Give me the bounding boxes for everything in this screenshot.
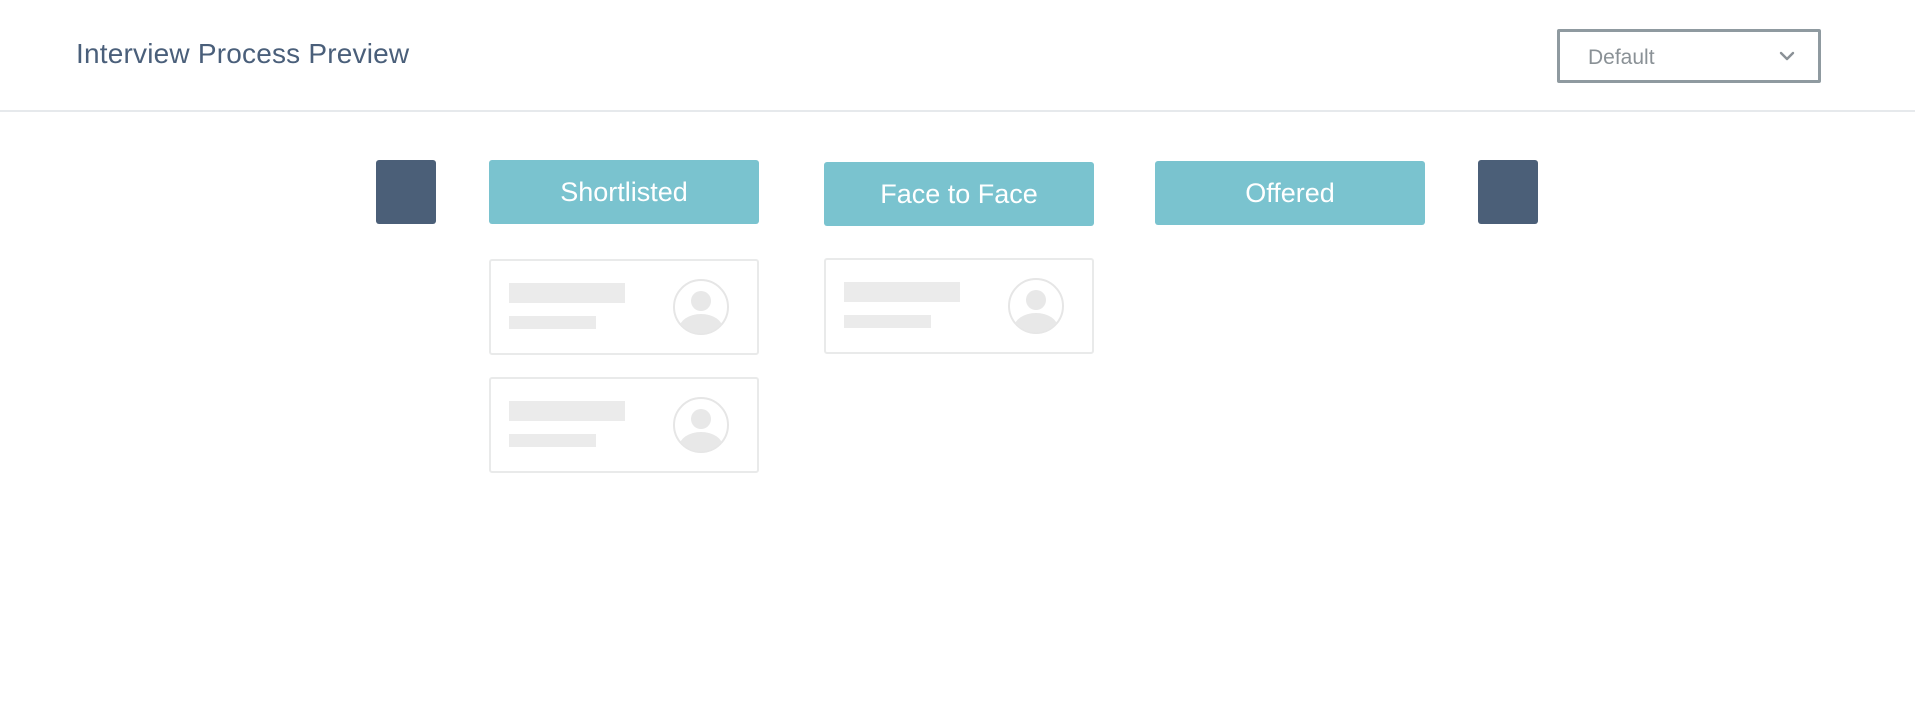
candidate-card-placeholder[interactable]	[824, 258, 1094, 354]
stage-shortlisted[interactable]: Shortlisted	[489, 160, 759, 224]
avatar-icon	[673, 279, 729, 335]
chevron-down-icon	[1779, 51, 1795, 61]
placeholder-name-line	[509, 401, 625, 421]
candidate-card-placeholder[interactable]	[489, 377, 759, 473]
page-title: Interview Process Preview	[76, 38, 410, 69]
select-value: Default	[1588, 46, 1655, 69]
candidate-card-placeholder[interactable]	[489, 259, 759, 355]
placeholder-subtitle-line	[844, 315, 931, 328]
placeholder-name-line	[509, 283, 625, 303]
placeholder-subtitle-line	[509, 434, 596, 447]
placeholder-name-line	[844, 282, 960, 302]
process-select-dropdown[interactable]: Default	[1557, 29, 1821, 83]
avatar-icon	[1008, 278, 1064, 334]
header-bar: Interview Process Preview Default	[0, 0, 1915, 112]
stage-offered[interactable]: Offered	[1155, 161, 1425, 225]
scroll-right-button[interactable]	[1478, 160, 1538, 224]
avatar-icon	[673, 397, 729, 453]
scroll-left-button[interactable]	[376, 160, 436, 224]
stage-face-to-face[interactable]: Face to Face	[824, 162, 1094, 226]
placeholder-subtitle-line	[509, 316, 596, 329]
